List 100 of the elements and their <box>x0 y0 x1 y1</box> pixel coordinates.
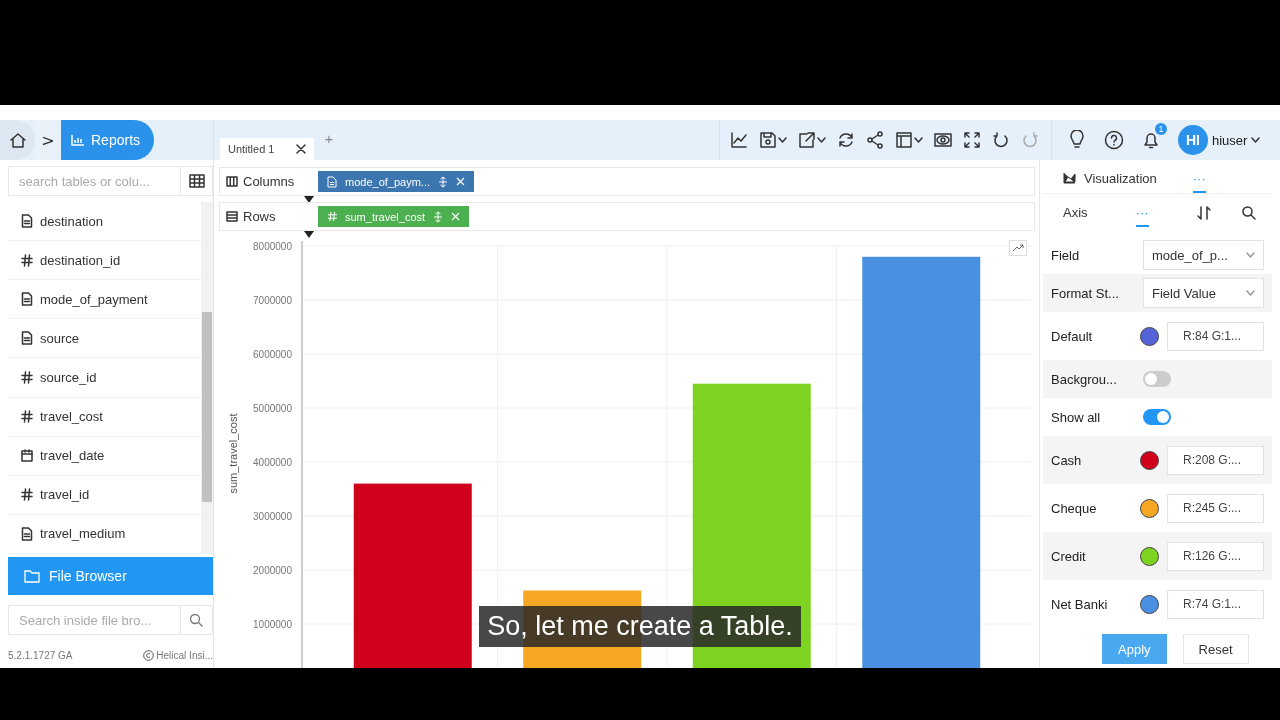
setting-label: Credit <box>1051 548 1087 564</box>
axis-tick-label: 3000000 <box>253 510 292 522</box>
color-value-field[interactable]: R:84 G:1... <box>1167 321 1264 351</box>
fullscreen-icon <box>963 131 981 149</box>
scrollbar[interactable] <box>201 202 213 554</box>
share-button[interactable] <box>866 131 884 149</box>
folder-icon <box>24 569 40 583</box>
hash-icon <box>327 211 337 222</box>
calendar-icon <box>21 449 33 463</box>
layout-button[interactable] <box>895 131 923 149</box>
undo-icon <box>992 131 1010 149</box>
sort-icon[interactable] <box>1196 206 1211 220</box>
caret-icon <box>1251 137 1261 143</box>
file-search-field[interactable]: Search inside file bro... <box>8 605 181 635</box>
hash-icon <box>21 371 33 384</box>
reset-button[interactable]: Reset <box>1182 634 1249 664</box>
axis-tick-label: 1000000 <box>253 618 292 630</box>
axis-tick-label: 2000000 <box>253 564 292 576</box>
setting-label: Backgrou... <box>1051 371 1118 387</box>
color-value-field[interactable]: R:74 G:1... <box>1167 589 1264 619</box>
search-field[interactable]: search tables or colu... <box>8 166 181 196</box>
report-tab[interactable]: Untitled 1 <box>220 138 315 160</box>
drop-marker-icon <box>304 231 314 238</box>
search-icon[interactable] <box>1241 206 1256 220</box>
caret-icon <box>778 137 787 143</box>
dropdown[interactable]: mode_of_p... <box>1143 240 1264 270</box>
document-icon <box>327 175 337 188</box>
help-icon[interactable] <box>1104 130 1124 150</box>
setting-label: Field <box>1051 247 1081 263</box>
bell-icon[interactable] <box>1142 130 1160 150</box>
color-value-field[interactable]: R:245 G:... <box>1167 493 1264 523</box>
setting-label: Net Banki <box>1051 596 1109 612</box>
export-icon <box>798 131 816 149</box>
shelf-label: Columns <box>243 174 295 189</box>
color-swatch[interactable] <box>1140 498 1159 518</box>
axis-title: sum_travel_cost <box>227 413 239 494</box>
color-swatch[interactable] <box>1140 546 1159 566</box>
visualization-tab[interactable]: Visualization <box>1063 165 1157 193</box>
color-value-field[interactable]: R:208 G:... <box>1167 445 1264 475</box>
home-icon <box>8 131 27 149</box>
user-menu[interactable]: HI hiuser <box>1178 125 1261 155</box>
toggle-switch[interactable] <box>1143 371 1171 387</box>
home-button[interactable] <box>0 120 35 160</box>
caret-icon <box>817 137 826 143</box>
chevron-icon <box>1246 290 1255 296</box>
columns-icon <box>226 176 238 187</box>
rows-icon <box>226 211 238 222</box>
grid-icon <box>188 174 205 188</box>
color-swatch[interactable] <box>1140 326 1159 346</box>
search-icon <box>189 612 204 628</box>
axis-tick-label: 8000000 <box>253 240 292 252</box>
chevron-icon <box>1246 252 1255 258</box>
redo-icon <box>1021 131 1039 149</box>
layout-icon <box>895 131 913 149</box>
search-button[interactable] <box>181 605 213 635</box>
save-icon <box>759 131 777 149</box>
preview-button[interactable] <box>934 131 952 149</box>
undo-button[interactable] <box>992 131 1010 149</box>
refresh-icon <box>837 131 855 149</box>
hash-icon <box>21 410 33 424</box>
fullscreen-button[interactable] <box>963 131 981 149</box>
caret-icon <box>914 137 923 143</box>
hash-icon <box>21 488 33 502</box>
refresh-button[interactable] <box>837 131 855 149</box>
color-swatch[interactable] <box>1140 450 1159 470</box>
document-icon <box>21 292 33 307</box>
hash-icon <box>21 253 33 267</box>
share-icon <box>866 131 884 149</box>
document-icon <box>21 331 33 346</box>
color-swatch[interactable] <box>1140 594 1159 614</box>
export-button[interactable] <box>798 131 826 149</box>
copyright-label: Helical Insi... <box>156 650 213 661</box>
setting-label: Cash <box>1051 452 1083 468</box>
drop-marker-icon <box>304 196 314 203</box>
setting-label: Cheque <box>1051 500 1098 516</box>
lightbulb-icon[interactable] <box>1068 130 1086 150</box>
preview-icon <box>934 131 952 149</box>
copyright-icon <box>143 650 155 661</box>
setting-label: Format St... <box>1051 285 1120 301</box>
toggle-switch[interactable] <box>1143 409 1171 425</box>
save-button[interactable] <box>759 131 787 149</box>
document-icon <box>21 526 33 541</box>
version-label: 5.2.1.1727 GA <box>8 650 73 661</box>
line-chart-icon <box>730 131 748 149</box>
dropdown[interactable]: Field Value <box>1143 278 1264 308</box>
axis-tab[interactable]: Axis <box>1063 199 1088 227</box>
color-value-field[interactable]: R:126 G:... <box>1167 541 1264 571</box>
table-view-button[interactable] <box>181 166 213 196</box>
axis-tick-label: 5000000 <box>253 402 292 414</box>
setting-label: Show all <box>1051 409 1102 425</box>
bar-chart-icon <box>71 134 85 146</box>
trend-icon[interactable] <box>1009 240 1027 256</box>
axis-tick-label: 7000000 <box>253 294 292 306</box>
document-icon <box>21 214 33 229</box>
axis-tick-label: 6000000 <box>253 348 292 360</box>
close-icon[interactable] <box>296 144 307 154</box>
shelf-label: Rows <box>243 209 276 224</box>
notification-badge: 1 <box>1155 123 1167 135</box>
axis-tick-label: 4000000 <box>253 456 292 468</box>
line-chart-button[interactable] <box>730 131 748 149</box>
